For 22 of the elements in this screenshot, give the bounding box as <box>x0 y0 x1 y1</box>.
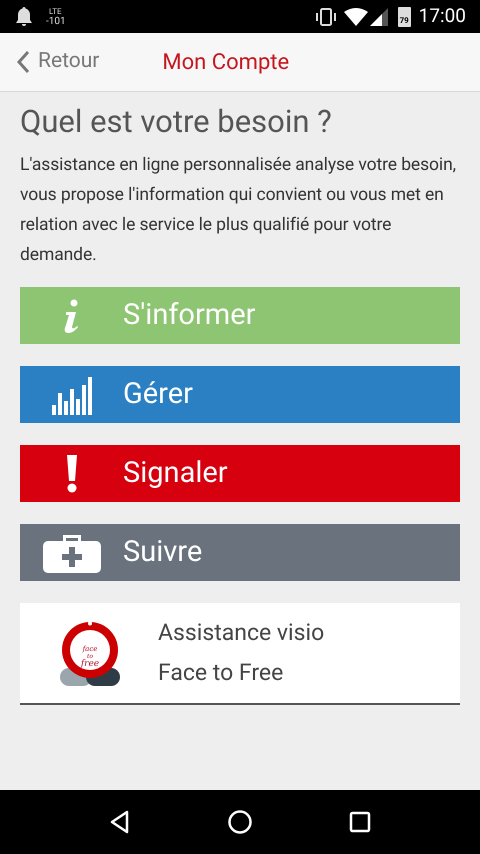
menu-button[interactable]: Signaler <box>20 445 460 502</box>
vibrate-icon <box>314 8 338 26</box>
recents-nav-icon[interactable] <box>347 809 373 835</box>
back-chevron-icon <box>16 50 30 74</box>
card-title: Assistance visio <box>158 618 324 648</box>
card-subtitle: Face to Free <box>158 658 284 688</box>
menu-button[interactable]: Gérer <box>20 366 460 423</box>
back-button[interactable]: Retour <box>16 46 100 78</box>
signal-icon <box>370 8 388 26</box>
menu-button[interactable]: Suivre <box>20 524 460 581</box>
intro-paragraph: L'assistance en ligne personnalisée analyse votre besoin, vous propose l'information qui convient ou vous met en relation avec le service le plus qualifié pour votre demande. <box>20 154 457 267</box>
network-type: LTE <box>48 6 63 16</box>
first-aid-kit-icon <box>42 532 100 572</box>
exclamation-icon <box>66 454 78 492</box>
clock-time: 17:00 <box>418 3 466 30</box>
home-nav-icon[interactable] <box>227 809 253 835</box>
bell-icon <box>14 6 34 28</box>
page-title: Mon Compte <box>162 48 290 76</box>
battery-icon: 79 <box>398 6 411 26</box>
signal-reading: -101 <box>46 16 66 26</box>
bar-chart-icon <box>52 374 92 414</box>
heading: Quel est votre besoin ? <box>20 102 333 142</box>
